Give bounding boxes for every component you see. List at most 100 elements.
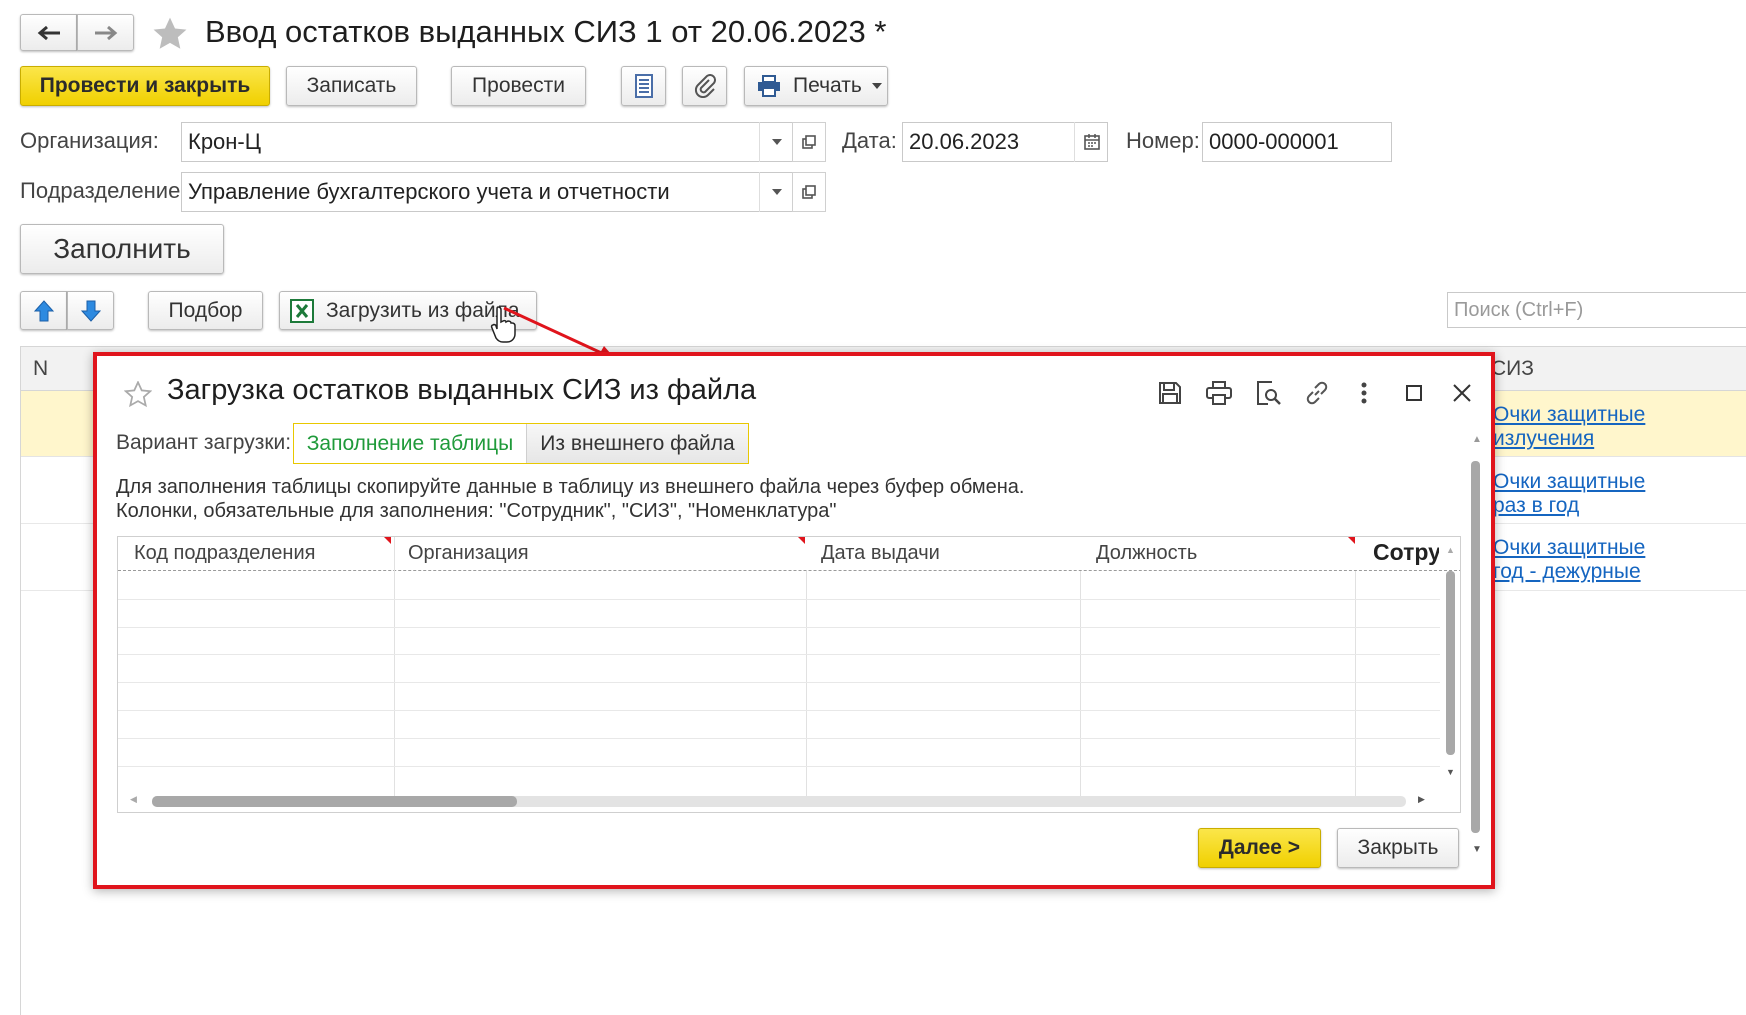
required-marker xyxy=(798,537,805,544)
date-value: 20.06.2023 xyxy=(909,129,1020,154)
variant-switch: Заполнение таблицы Из внешнего файла xyxy=(293,423,749,464)
bg-link-line1[interactable]: Очки защитные xyxy=(1493,536,1645,560)
dialog-title: Загрузка остатков выданных СИЗ из файла xyxy=(167,374,757,406)
fill-button[interactable]: Заполнить xyxy=(20,224,224,274)
org-open-button[interactable] xyxy=(792,122,826,162)
arrow-up-icon xyxy=(33,299,54,322)
back-button[interactable] xyxy=(20,14,77,51)
grid-hscroll-thumb[interactable] xyxy=(152,796,517,807)
dialog-scrollbar-thumb[interactable] xyxy=(1471,461,1480,833)
calendar-button[interactable] xyxy=(1074,122,1108,162)
search-input[interactable]: Поиск (Ctrl+F) xyxy=(1447,292,1746,328)
chevron-down-icon xyxy=(871,83,882,89)
variant-option-fill-table-label: Заполнение таблицы xyxy=(306,431,514,455)
dept-field[interactable]: Управление бухгалтерского учета и отчетн… xyxy=(181,172,793,212)
arrow-down-icon xyxy=(80,300,101,322)
move-down-button[interactable] xyxy=(67,291,114,330)
grid-scrollbar-up[interactable]: ▲ xyxy=(1446,545,1455,555)
grid-row-line xyxy=(118,766,1440,767)
required-marker xyxy=(384,537,391,544)
org-label: Организация: xyxy=(20,128,159,153)
pick-button[interactable]: Подбор xyxy=(148,291,263,330)
org-dropdown-button[interactable] xyxy=(759,122,793,162)
bg-link-line2[interactable]: раз в год xyxy=(1493,494,1579,518)
dept-label: Подразделение: xyxy=(20,178,187,203)
calendar-icon xyxy=(1083,134,1100,150)
forward-button[interactable] xyxy=(77,14,134,51)
bg-link-line1[interactable]: Очки защитные xyxy=(1493,403,1645,427)
grid-col-sep xyxy=(394,537,395,797)
date-label: Дата: xyxy=(842,128,897,153)
move-up-button[interactable] xyxy=(20,291,67,330)
red-highlight-frame: Загрузка остатков выданных СИЗ из файла … xyxy=(93,352,1495,889)
post-button[interactable]: Провести xyxy=(451,66,586,106)
grid-header-cell[interactable]: Организация xyxy=(408,542,529,565)
link-icon[interactable] xyxy=(1302,378,1332,408)
grid-hscroll-right[interactable]: ▶ xyxy=(1418,794,1425,805)
bg-link-line2[interactable]: излучения xyxy=(1493,427,1594,451)
dialog-scrollbar-down[interactable]: ▼ xyxy=(1472,844,1484,858)
dept-dropdown-button[interactable] xyxy=(759,172,793,212)
grid-col-sep xyxy=(806,571,807,797)
post-and-close-button[interactable]: Провести и закрыть xyxy=(20,66,270,106)
grid-row-line xyxy=(118,654,1440,655)
variant-option-external-file-label: Из внешнего файла xyxy=(540,431,735,455)
number-field[interactable]: 0000-000001 xyxy=(1202,122,1392,162)
bg-link-line1[interactable]: Очки защитные xyxy=(1493,470,1645,494)
maximize-icon[interactable] xyxy=(1399,378,1429,408)
arrow-right-icon xyxy=(93,25,119,41)
variant-option-fill-table[interactable]: Заполнение таблицы xyxy=(294,424,527,463)
grid-hscroll-left[interactable]: ◀ xyxy=(130,794,137,805)
grid-col-sep xyxy=(1355,571,1356,797)
org-value: Крон-Ц xyxy=(188,129,262,154)
number-label: Номер: xyxy=(1126,128,1200,153)
favorite-star-icon[interactable] xyxy=(150,14,190,54)
next-button[interactable]: Далее > xyxy=(1198,828,1321,868)
org-field[interactable]: Крон-Ц xyxy=(181,122,793,162)
grid-header-cell[interactable]: Код подразделения xyxy=(134,542,315,565)
grid-scrollbar-thumb[interactable] xyxy=(1446,571,1455,755)
variant-label: Вариант загрузки: xyxy=(116,431,292,454)
print-label: Печать xyxy=(793,74,862,97)
bg-col-n-header: N xyxy=(33,357,49,380)
dialog-scrollbar-up[interactable]: ▲ xyxy=(1472,434,1484,448)
list-icon xyxy=(634,74,653,98)
grid-row-line xyxy=(118,599,1440,600)
import-grid[interactable]: Код подразделения Организация Дата выдач… xyxy=(117,536,1461,813)
dept-open-button[interactable] xyxy=(792,172,826,212)
grid-header xyxy=(118,537,1460,571)
structure-button[interactable] xyxy=(621,66,666,106)
number-value: 0000-000001 xyxy=(1209,129,1339,154)
grid-header-cell[interactable]: Сотрудник xyxy=(1373,539,1439,569)
save-button[interactable]: Записать xyxy=(286,66,417,106)
grid-row-line xyxy=(118,710,1440,711)
bg-link-line2[interactable]: год - дежурные xyxy=(1493,560,1641,584)
grid-header-cell[interactable]: Должность xyxy=(1096,542,1197,565)
grid-scrollbar-down[interactable]: ▼ xyxy=(1446,767,1455,777)
open-window-icon xyxy=(802,185,816,199)
dept-value: Управление бухгалтерского учета и отчетн… xyxy=(188,179,670,204)
bg-col-siz-header: СИЗ xyxy=(1491,357,1534,380)
close-icon[interactable] xyxy=(1447,378,1477,408)
excel-icon xyxy=(290,298,314,323)
preview-icon[interactable] xyxy=(1253,378,1283,408)
grid-row-line xyxy=(118,627,1440,628)
more-options-icon[interactable] xyxy=(1353,378,1375,408)
grid-header-cell-label: Сотрудник xyxy=(1373,539,1439,565)
close-button[interactable]: Закрыть xyxy=(1337,828,1459,868)
open-window-icon xyxy=(802,135,816,149)
print-icon[interactable] xyxy=(1204,378,1234,408)
printer-icon xyxy=(757,75,781,97)
arrow-left-icon xyxy=(36,25,62,41)
search-placeholder: Поиск (Ctrl+F) xyxy=(1454,298,1584,321)
grid-col-sep xyxy=(1080,571,1081,797)
chevron-down-icon xyxy=(771,189,782,195)
grid-header-cell[interactable]: Дата выдачи xyxy=(821,542,940,565)
attach-button[interactable] xyxy=(682,66,727,106)
print-button[interactable]: Печать xyxy=(744,66,888,106)
variant-option-external-file[interactable]: Из внешнего файла xyxy=(527,424,748,463)
dialog-favorite-star-icon[interactable] xyxy=(122,378,154,410)
save-icon[interactable] xyxy=(1155,378,1185,408)
required-marker xyxy=(1348,537,1355,544)
chevron-down-icon xyxy=(771,139,782,145)
